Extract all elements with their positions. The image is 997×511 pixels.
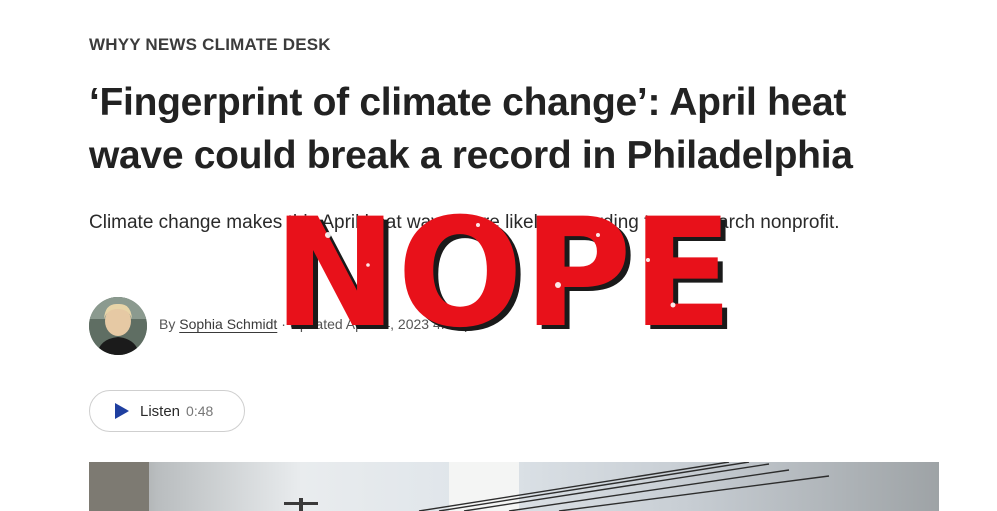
nope-stamp-text: NOPE xyxy=(273,205,733,335)
listen-duration: 0:48 xyxy=(186,403,214,419)
author-avatar[interactable] xyxy=(89,297,147,355)
power-lines-photo-icon xyxy=(89,462,830,511)
listen-button[interactable]: Listen 0:48 xyxy=(89,390,245,432)
section-kicker[interactable]: WHYY NEWS CLIMATE DESK xyxy=(89,35,331,55)
hero-image[interactable] xyxy=(89,462,939,511)
play-icon xyxy=(115,403,129,419)
byline-prefix: By xyxy=(159,316,176,332)
author-link[interactable]: Sophia Schmidt xyxy=(179,316,277,332)
listen-label: Listen xyxy=(140,402,181,420)
article-headline: ‘Fingerprint of climate change’: April h… xyxy=(89,81,853,177)
avatar-photo-icon xyxy=(89,297,147,355)
nope-stamp-overlay: NOPE NOPE xyxy=(273,205,738,335)
